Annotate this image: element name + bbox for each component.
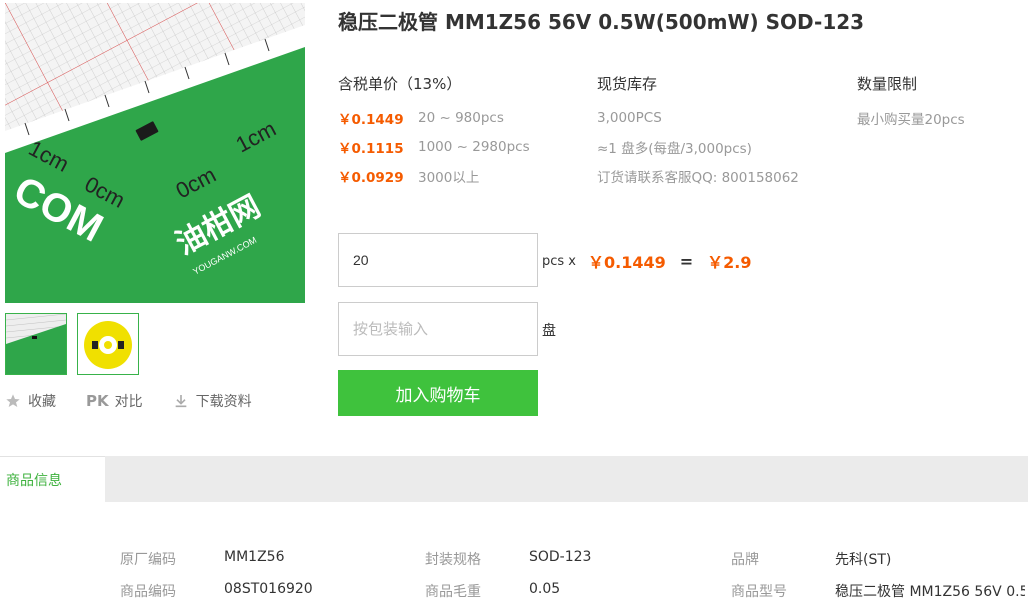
product-actions: 收藏 PK 对比 下载资料	[5, 391, 282, 411]
download-icon	[175, 395, 186, 408]
spec-value: 08ST016920	[224, 581, 313, 597]
price-tier-row: ￥0.0929 3000以上	[338, 161, 530, 190]
spec-value: MM1Z56	[224, 549, 285, 565]
calc-total: ￥2.9	[707, 253, 752, 272]
limit-line: 最小购买量20pcs	[857, 111, 965, 128]
spec-key: 商品毛重	[425, 584, 481, 598]
quantity-input[interactable]	[339, 234, 537, 286]
stock-line: 3,000PCS	[597, 109, 662, 126]
spec-key: 商品编码	[120, 584, 176, 598]
stock-header: 现货库存	[597, 75, 658, 93]
tier-price: ￥0.0929	[338, 169, 404, 186]
product-main-image[interactable]: 1cm 0cm 1cm 0cm COM YOUGANW.COM 油柑网	[5, 3, 305, 303]
tier-price: ￥0.1449	[338, 111, 404, 128]
limit-column: 数量限制 最小购买量20pcs	[857, 73, 965, 132]
reel-field[interactable]	[338, 302, 538, 356]
reel-unit-label: 盘	[542, 323, 556, 339]
pricing-column: 含税单价（13%） ￥0.1449 20 ~ 980pcs ￥0.1115 10…	[338, 73, 530, 190]
thumbnail-reel-image	[78, 314, 138, 374]
price-calculation: pcs x ￥0.1449 = ￥2.9	[542, 249, 752, 273]
add-to-cart-button[interactable]: 加入购物车	[338, 370, 538, 416]
price-tier-row: ￥0.1115 1000 ~ 2980pcs	[338, 132, 530, 161]
unit-label: pcs x	[542, 253, 576, 269]
tier-range: 3000以上	[418, 169, 480, 186]
tab-product-info[interactable]: 商品信息	[0, 456, 105, 502]
stock-column: 现货库存 3,000PCS ≈1 盘多(每盘/3,000pcs) 订货请联系客服…	[597, 73, 799, 190]
pricing-header: 含税单价（13%）	[338, 75, 462, 93]
pk-icon: PK	[86, 392, 109, 410]
spec-value: SOD-123	[529, 549, 592, 565]
product-photo: 1cm 0cm 1cm 0cm COM YOUGANW.COM 油柑网	[5, 3, 305, 303]
tier-range: 1000 ~ 2980pcs	[418, 138, 530, 155]
compare-button[interactable]: PK 对比	[86, 391, 143, 411]
download-label: 下载资料	[195, 394, 252, 410]
thumbnail-ruler-image	[6, 314, 66, 374]
product-title: 稳压二极管 MM1Z56 56V 0.5W(500mW) SOD-123	[338, 10, 865, 34]
spec-key: 品牌	[731, 552, 759, 568]
reel-input[interactable]	[339, 303, 537, 355]
spec-key: 原厂编码	[120, 552, 176, 568]
thumbnail-ruler[interactable]	[5, 313, 67, 375]
compare-label: 对比	[114, 394, 143, 410]
equals-sign: =	[679, 251, 694, 271]
favorite-button[interactable]: 收藏	[5, 391, 56, 411]
spec-key: 商品型号	[731, 584, 787, 598]
spec-value: 先科(ST)	[835, 552, 892, 568]
star-icon	[6, 394, 20, 407]
thumbnail-reel[interactable]	[77, 313, 139, 375]
spec-key: 封装规格	[425, 552, 481, 568]
stock-line: 订货请联系客服QQ: 800158062	[597, 169, 799, 186]
spec-value: 稳压二极管 MM1Z56 56V 0.5...	[835, 584, 1025, 598]
detail-tab-bar: 商品信息	[0, 456, 1028, 502]
thumbnail-strip	[5, 313, 139, 375]
stock-line: ≈1 盘多(每盘/3,000pcs)	[597, 140, 752, 157]
download-button[interactable]: 下载资料	[173, 391, 252, 411]
price-tier-row: ￥0.1449 20 ~ 980pcs	[338, 103, 530, 132]
spec-value: 0.05	[529, 581, 561, 597]
tier-range: 20 ~ 980pcs	[418, 109, 504, 126]
calc-unit-price: ￥0.1449	[588, 253, 666, 272]
limit-header: 数量限制	[857, 75, 918, 93]
quantity-field[interactable]	[338, 233, 538, 287]
favorite-label: 收藏	[28, 394, 56, 410]
tier-price: ￥0.1115	[338, 140, 404, 157]
